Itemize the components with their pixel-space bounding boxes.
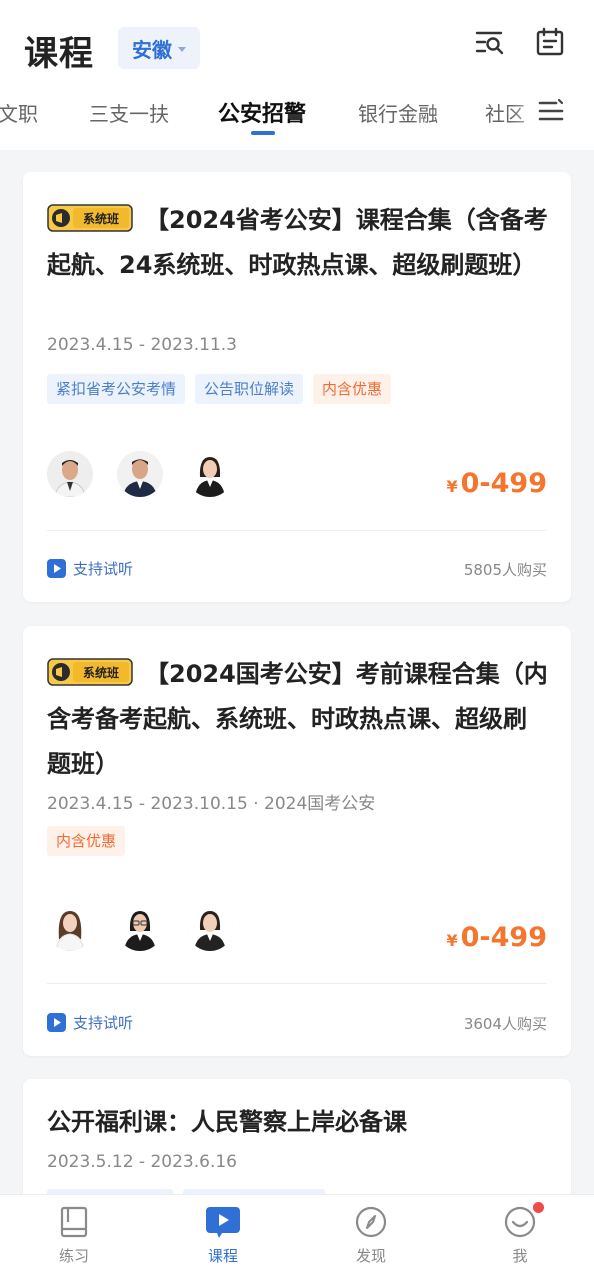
tab-gongan-zhaojing[interactable]: 公安招警 — [218, 96, 306, 128]
badge-label: 系统班 — [83, 665, 119, 680]
course-date: 2023.4.15 - 2023.10.15 · 2024国考公安 — [47, 794, 376, 814]
teacher-avatar — [117, 451, 163, 497]
tag: 紧扣省考公安考情 — [47, 374, 186, 404]
course-title: 系统班 【2024国考公安】考前课程合集（内含考备考起航、系统班、时政热点课、超… — [47, 652, 549, 787]
tabbar-label: 我 — [512, 1247, 528, 1265]
system-class-badge: 系统班 — [47, 204, 133, 232]
compass-icon — [355, 1206, 387, 1238]
active-tab-indicator — [251, 131, 275, 135]
price-value: 0-499 — [460, 468, 547, 499]
tabbar-item-me[interactable]: 我 — [480, 1202, 560, 1266]
currency-symbol: ¥ — [446, 931, 458, 950]
trial-listen[interactable]: 支持试听 — [47, 558, 133, 579]
filter-search-icon[interactable] — [474, 26, 506, 58]
tabbar-item-discover[interactable]: 发现 — [331, 1205, 411, 1266]
trial-listen[interactable]: 支持试听 — [47, 1012, 133, 1033]
header: 课程 安徽 文职 三支一扶 公安招警 银行金融 社区 — [0, 0, 594, 150]
system-class-badge: 系统班 — [47, 658, 133, 686]
tag: 公告职位解读 — [195, 374, 304, 404]
tab-yinhang-jinrong[interactable]: 银行金融 — [358, 98, 438, 127]
category-tabs: 文职 三支一扶 公安招警 银行金融 社区 — [0, 88, 594, 144]
buyer-count: 5805人购买 — [463, 561, 547, 579]
price-value: 0-499 — [460, 922, 547, 953]
caret-down-icon — [178, 46, 186, 52]
tag-row: 紧扣省考公安考情 公告职位解读 内含优惠 — [47, 374, 392, 404]
price: ¥0-499 — [447, 468, 548, 499]
teacher-avatar — [187, 451, 233, 497]
region-selector[interactable]: 安徽 — [118, 27, 200, 69]
price: ¥0-499 — [447, 922, 548, 953]
page-title: 课程 — [24, 34, 94, 74]
teacher-avatar — [117, 905, 163, 951]
course-date: 2023.4.15 - 2023.11.3 — [47, 335, 237, 355]
tabbar-label: 练习 — [58, 1247, 89, 1265]
play-icon — [47, 1013, 66, 1032]
menu-lines-icon[interactable] — [538, 98, 564, 124]
trial-label: 支持试听 — [73, 1014, 134, 1032]
teacher-avatars — [47, 905, 233, 951]
trial-label: 支持试听 — [73, 560, 134, 578]
calendar-icon[interactable] — [534, 26, 566, 58]
teacher-avatar — [187, 905, 233, 951]
teacher-avatars — [47, 451, 233, 497]
notification-dot — [533, 1202, 544, 1213]
tag: 内含优惠 — [313, 374, 392, 404]
region-label: 安徽 — [132, 37, 172, 62]
teacher-avatar — [47, 905, 93, 951]
tag-row: 内含优惠 — [47, 826, 126, 856]
smiley-profile-icon — [504, 1206, 536, 1238]
course-title: 公开福利课：人民警察上岸必备课 — [47, 1108, 407, 1136]
tab-sanzhiyifu[interactable]: 三支一扶 — [89, 98, 169, 127]
tabbar-label: 课程 — [207, 1247, 238, 1265]
course-date: 2023.5.12 - 2023.6.16 — [47, 1152, 237, 1172]
tabbar-item-practice[interactable]: 练习 — [34, 1205, 114, 1266]
book-icon — [60, 1206, 88, 1238]
tabbar-item-courses[interactable]: 课程 — [183, 1205, 263, 1266]
tag: 内含优惠 — [47, 826, 126, 856]
play-icon — [47, 559, 66, 578]
divider — [47, 983, 547, 984]
course-card[interactable]: 系统班 【2024国考公安】考前课程合集（内含考备考起航、系统班、时政热点课、超… — [23, 626, 571, 1056]
tabbar-label: 发现 — [355, 1247, 386, 1265]
buyer-count: 3604人购买 — [463, 1015, 547, 1033]
currency-symbol: ¥ — [446, 477, 458, 496]
divider — [47, 530, 547, 531]
course-title: 系统班 【2024省考公安】课程合集（含备考起航、24系统班、时政热点课、超级刷… — [47, 198, 549, 288]
tab-wenzhi[interactable]: 文职 — [0, 98, 38, 127]
play-video-icon — [206, 1207, 240, 1238]
bottom-tab-bar: 练习 课程 发现 我 — [0, 1194, 594, 1280]
course-card[interactable]: 系统班 【2024省考公安】课程合集（含备考起航、24系统班、时政热点课、超级刷… — [23, 172, 571, 602]
teacher-avatar — [47, 451, 93, 497]
badge-label: 系统班 — [83, 211, 119, 226]
